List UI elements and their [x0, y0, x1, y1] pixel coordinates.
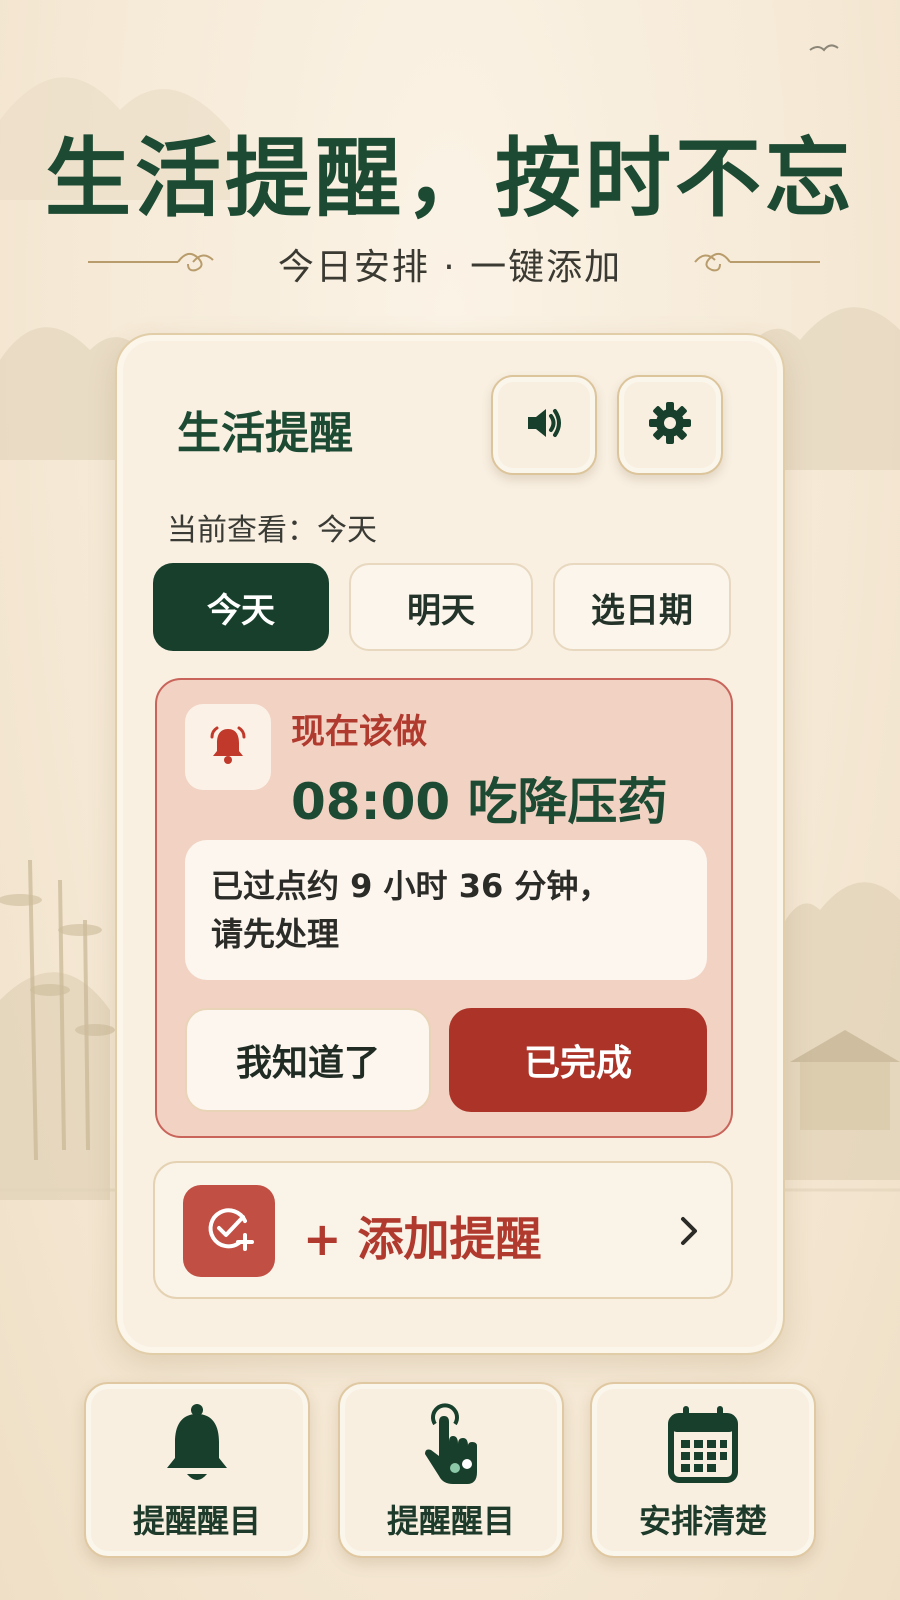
add-reminder-button[interactable]: + 添加提醒 [153, 1161, 733, 1299]
tab-today[interactable]: 今天 [153, 563, 329, 651]
card-title: 生活提醒 [177, 408, 353, 459]
overdue-note-line2: 请先处理 [211, 915, 340, 953]
gear-icon [646, 399, 694, 451]
current-view-label: 当前查看：今天 [167, 513, 377, 548]
sound-button[interactable] [491, 375, 597, 475]
alert-label: 现在该做 [291, 712, 427, 752]
feature-label: 提醒醒目 [132, 1502, 261, 1540]
tap-hand-icon [340, 1402, 562, 1488]
overdue-note-line1: 已过点约 9 小时 36 分钟， [211, 867, 611, 905]
reminder-card: 生活提醒 当前查看：今天 今天 明天 选日期 现在该做 08:00 吃降压药 已… [115, 333, 785, 1355]
feature-tile-one-tap[interactable]: 提醒醒目 [338, 1382, 564, 1558]
cloud-ornament-right [694, 252, 820, 272]
current-task-alert: 现在该做 08:00 吃降压药 已过点约 9 小时 36 分钟， 请先处理 我知… [155, 678, 733, 1138]
feature-label: 安排清楚 [638, 1502, 767, 1540]
feature-tile-prominent-reminders[interactable]: 提醒醒目 [84, 1382, 310, 1558]
feature-label: 提醒醒目 [386, 1502, 515, 1540]
tab-pick-date[interactable]: 选日期 [553, 563, 731, 651]
add-icon-box [183, 1185, 275, 1277]
bell-icon [206, 723, 250, 771]
subtitle-bar: 今日安排 · 一键添加 [0, 238, 900, 288]
add-reminder-label: + 添加提醒 [303, 1212, 542, 1266]
alert-task: 08:00 吃降压药 [291, 773, 668, 831]
mark-done-button[interactable]: 已完成 [449, 1008, 707, 1112]
tab-tomorrow[interactable]: 明天 [349, 563, 533, 651]
alert-bell-box [185, 704, 271, 790]
chevron-right-icon [677, 1213, 701, 1253]
bell-icon [86, 1402, 308, 1488]
page-headline: 生活提醒，按时不忘 [45, 129, 855, 229]
overdue-note: 已过点约 9 小时 36 分钟， 请先处理 [185, 840, 707, 980]
speaker-icon [522, 401, 566, 449]
settings-button[interactable] [617, 375, 723, 475]
feature-tile-clear-schedule[interactable]: 安排清楚 [590, 1382, 816, 1558]
calendar-icon [592, 1402, 814, 1488]
acknowledge-button[interactable]: 我知道了 [185, 1008, 431, 1112]
check-plus-icon [201, 1201, 257, 1261]
